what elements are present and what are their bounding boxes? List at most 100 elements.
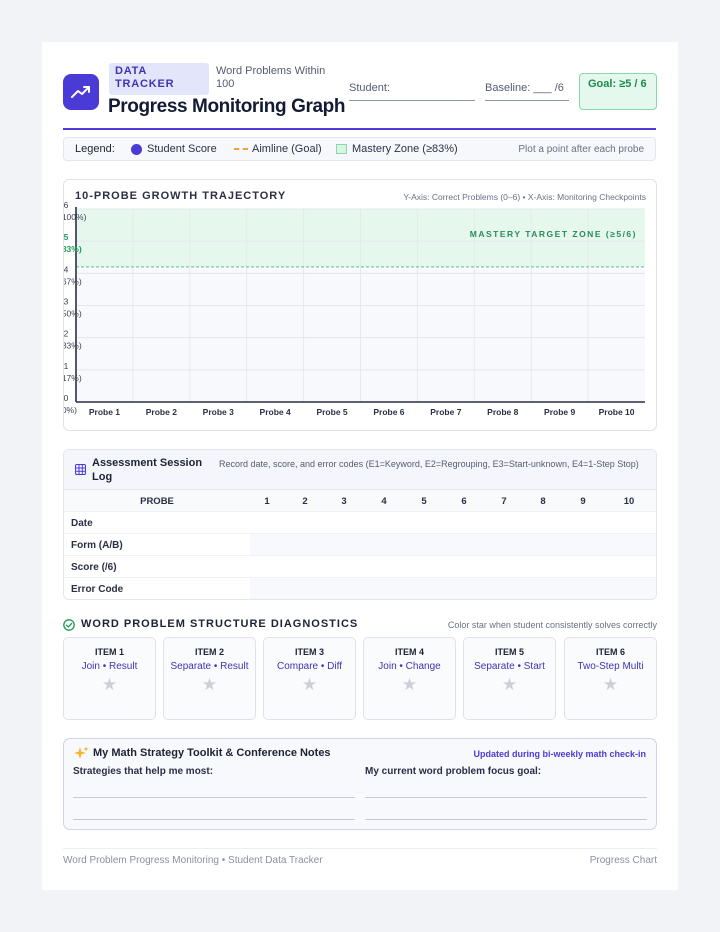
log-row-score[interactable]: Score (/6) [64,556,656,578]
toolkit-note: Updated during bi-weekly math check-in [473,749,646,759]
log-row-date[interactable]: Date [64,512,656,534]
probe-col-2: 2 [302,496,308,507]
x-tick-label: Probe 3 [203,407,234,417]
form-entry-cells[interactable] [250,534,656,555]
x-tick-label: Probe 6 [373,407,404,417]
item-number: ITEM 2 [194,647,224,657]
footer-caption: Word Problem Progress Monitoring • Stude… [63,855,323,866]
legend-item-mastery-zone: Mastery Zone (≥83%) [352,143,458,155]
diagnostic-item-4[interactable]: ITEM 4 Join • Change ★ [363,637,456,720]
header-divider [63,128,656,130]
diagnostics-title: WORD PROBLEM STRUCTURE DIAGNOSTICS [81,618,359,630]
student-score-dot-icon [131,144,142,155]
star-icon[interactable]: ★ [264,675,355,695]
data-tracker-tag: DATA TRACKER [109,63,209,95]
row-label-date: Date [71,518,93,529]
x-tick-label: Probe 7 [430,407,461,417]
x-tick-label: Probe 10 [599,407,635,417]
footer-divider [63,848,657,849]
diagnostic-item-5[interactable]: ITEM 5 Separate • Start ★ [463,637,556,720]
growth-chart[interactable]: MASTERY TARGET ZONE (≥5/6) 6 (100%) 5 (83%) 4… [64,180,658,432]
focus-goal-label: My current word problem focus goal: [365,766,542,777]
probe-col-3: 3 [341,496,347,507]
log-instructions: Record date, score, and error codes (E1=… [219,459,639,469]
item-number: ITEM 5 [494,647,524,657]
y-tick-percent: (67%) [64,276,82,286]
star-icon[interactable]: ★ [464,675,555,695]
assessment-session-log: Assessment Session Log Record date, scor… [63,449,657,600]
y-tick-percent: (50%) [64,309,82,319]
item-number: ITEM 3 [294,647,324,657]
probe-col-7: 7 [501,496,507,507]
worksheet-page: DATA TRACKER Word Problems Within 100 Pr… [42,42,678,890]
x-tick-label: Probe 8 [487,407,518,417]
toolkit-title: My Math Strategy Toolkit & Conference No… [93,747,331,759]
probe-col-8: 8 [540,496,546,507]
table-icon [75,464,86,475]
log-column-header: PROBE 1 2 3 4 5 6 7 8 9 10 [64,490,656,512]
row-label-score: Score (/6) [71,562,117,573]
diagnostic-item-6[interactable]: ITEM 6 Two-Step Multi ★ [564,637,657,720]
y-tick-percent: (0%) [64,405,77,415]
focus-goal-write-line[interactable] [365,819,647,820]
item-name: Two-Step Multi [577,661,644,672]
focus-goal-write-line[interactable] [365,797,647,798]
growth-chart-card: 10-PROBE GROWTH TRAJECTORY Y-Axis: Corre… [63,179,657,431]
y-tick-percent: (100%) [64,212,87,222]
goal-badge: Goal: ≥5 / 6 [579,73,657,110]
error-code-entry-cells[interactable] [250,578,656,599]
diagnostic-item-1[interactable]: ITEM 1 Join • Result ★ [63,637,156,720]
strategies-write-line[interactable] [73,819,355,820]
y-tick-percent: (83%) [64,244,82,254]
aimline-dash-icon [234,148,248,150]
probe-col-6: 6 [461,496,467,507]
row-label-error-code: Error Code [71,584,124,595]
y-tick-label: 0 [64,393,69,403]
x-tick-label: Probe 4 [260,407,291,417]
footer-page-label: Progress Chart [589,855,657,866]
mastery-zone-label: MASTERY TARGET ZONE (≥5/6) [470,229,637,239]
y-tick-percent: (33%) [64,341,82,351]
strategies-label: Strategies that help me most: [73,766,214,777]
item-name: Compare • Diff [276,661,342,672]
item-number: ITEM 1 [94,647,124,657]
item-number: ITEM 4 [394,647,424,657]
baseline-field[interactable]: Baseline: ___ /6 [485,82,569,101]
y-tick-label: 4 [64,264,69,274]
x-tick-label: Probe 9 [544,407,575,417]
page-title: Progress Monitoring Graph [108,96,346,117]
y-tick-label: 1 [64,361,69,371]
star-icon[interactable]: ★ [364,675,455,695]
log-row-form[interactable]: Form (A/B) [64,534,656,556]
diagnostic-item-3[interactable]: ITEM 3 Compare • Diff ★ [263,637,356,720]
item-number: ITEM 6 [595,647,625,657]
trending-up-icon [63,74,99,110]
item-name: Join • Result [81,661,138,672]
strategy-toolkit-panel: My Math Strategy Toolkit & Conference No… [63,738,657,830]
star-icon[interactable]: ★ [64,675,155,695]
log-title: Assessment Session Log [92,457,203,483]
x-tick-label: Probe 1 [89,407,120,417]
score-entry-cells[interactable] [250,556,656,577]
star-icon[interactable]: ★ [164,675,255,695]
probe-col-1: 1 [264,496,270,507]
log-row-error-code[interactable]: Error Code [64,578,656,599]
mastery-zone-swatch-icon [336,144,347,154]
sparkle-icon [74,746,89,759]
student-field[interactable]: Student: [349,82,475,101]
check-circle-icon [63,619,75,631]
probe-col-5: 5 [421,496,427,507]
legend-bar: Legend: Student Score Aimline (Goal) Mas… [63,137,656,161]
probe-col-4: 4 [381,496,387,507]
diagnostics-note: Color star when student consistently sol… [447,620,657,630]
worksheet-subtitle: Word Problems Within 100 [216,65,326,90]
item-name: Separate • Result [170,661,249,672]
item-name: Separate • Start [474,661,545,672]
strategies-write-line[interactable] [73,797,355,798]
star-icon[interactable]: ★ [565,675,656,695]
legend-hint: Plot a point after each probe [518,144,644,155]
date-entry-cells[interactable] [250,512,656,533]
diagnostic-item-2[interactable]: ITEM 2 Separate • Result ★ [163,637,256,720]
y-tick-label: 2 [64,329,69,339]
probe-column-label: PROBE [140,496,174,507]
